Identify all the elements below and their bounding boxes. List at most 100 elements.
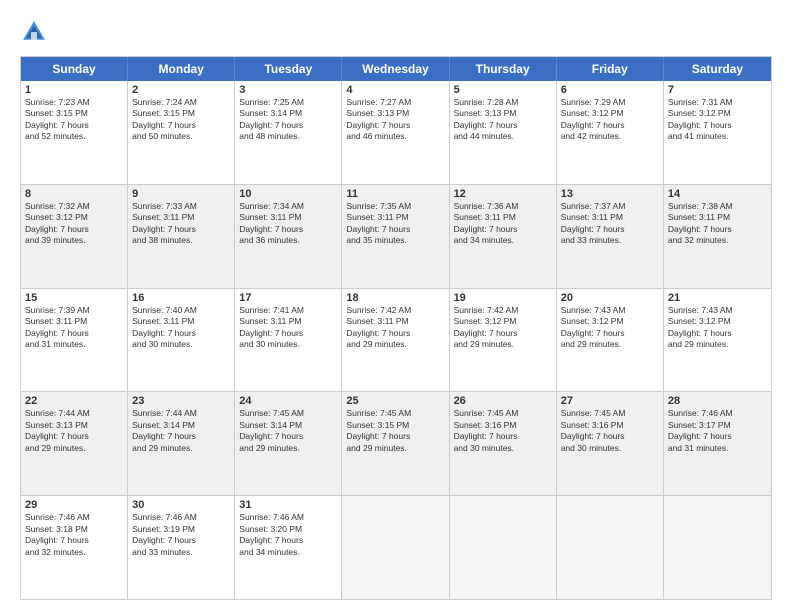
day-number: 26 bbox=[454, 395, 552, 407]
calendar-cell bbox=[342, 496, 449, 599]
cell-info: Sunrise: 7:24 AMSunset: 3:15 PMDaylight:… bbox=[132, 97, 230, 143]
cell-info: Sunrise: 7:36 AMSunset: 3:11 PMDaylight:… bbox=[454, 201, 552, 247]
cell-info: Sunrise: 7:37 AMSunset: 3:11 PMDaylight:… bbox=[561, 201, 659, 247]
day-number: 5 bbox=[454, 84, 552, 96]
cell-info: Sunrise: 7:28 AMSunset: 3:13 PMDaylight:… bbox=[454, 97, 552, 143]
cell-info: Sunrise: 7:31 AMSunset: 3:12 PMDaylight:… bbox=[668, 97, 767, 143]
day-number: 17 bbox=[239, 292, 337, 304]
calendar-cell: 17Sunrise: 7:41 AMSunset: 3:11 PMDayligh… bbox=[235, 289, 342, 392]
day-number: 8 bbox=[25, 188, 123, 200]
weekday-header-friday: Friday bbox=[557, 57, 664, 81]
cell-info: Sunrise: 7:44 AMSunset: 3:13 PMDaylight:… bbox=[25, 408, 123, 454]
day-number: 15 bbox=[25, 292, 123, 304]
day-number: 11 bbox=[346, 188, 444, 200]
cell-info: Sunrise: 7:39 AMSunset: 3:11 PMDaylight:… bbox=[25, 305, 123, 351]
calendar-cell: 28Sunrise: 7:46 AMSunset: 3:17 PMDayligh… bbox=[664, 392, 771, 495]
day-number: 3 bbox=[239, 84, 337, 96]
cell-info: Sunrise: 7:41 AMSunset: 3:11 PMDaylight:… bbox=[239, 305, 337, 351]
calendar-cell: 6Sunrise: 7:29 AMSunset: 3:12 PMDaylight… bbox=[557, 81, 664, 184]
cell-info: Sunrise: 7:45 AMSunset: 3:14 PMDaylight:… bbox=[239, 408, 337, 454]
cell-info: Sunrise: 7:44 AMSunset: 3:14 PMDaylight:… bbox=[132, 408, 230, 454]
cell-info: Sunrise: 7:42 AMSunset: 3:12 PMDaylight:… bbox=[454, 305, 552, 351]
day-number: 12 bbox=[454, 188, 552, 200]
calendar-cell: 12Sunrise: 7:36 AMSunset: 3:11 PMDayligh… bbox=[450, 185, 557, 288]
cell-info: Sunrise: 7:40 AMSunset: 3:11 PMDaylight:… bbox=[132, 305, 230, 351]
calendar-cell: 18Sunrise: 7:42 AMSunset: 3:11 PMDayligh… bbox=[342, 289, 449, 392]
day-number: 6 bbox=[561, 84, 659, 96]
calendar-cell: 24Sunrise: 7:45 AMSunset: 3:14 PMDayligh… bbox=[235, 392, 342, 495]
day-number: 25 bbox=[346, 395, 444, 407]
day-number: 4 bbox=[346, 84, 444, 96]
calendar-cell: 9Sunrise: 7:33 AMSunset: 3:11 PMDaylight… bbox=[128, 185, 235, 288]
calendar-cell: 21Sunrise: 7:43 AMSunset: 3:12 PMDayligh… bbox=[664, 289, 771, 392]
day-number: 18 bbox=[346, 292, 444, 304]
day-number: 22 bbox=[25, 395, 123, 407]
calendar-cell: 31Sunrise: 7:46 AMSunset: 3:20 PMDayligh… bbox=[235, 496, 342, 599]
calendar-cell: 30Sunrise: 7:46 AMSunset: 3:19 PMDayligh… bbox=[128, 496, 235, 599]
calendar-cell: 29Sunrise: 7:46 AMSunset: 3:18 PMDayligh… bbox=[21, 496, 128, 599]
day-number: 13 bbox=[561, 188, 659, 200]
cell-info: Sunrise: 7:46 AMSunset: 3:18 PMDaylight:… bbox=[25, 512, 123, 558]
calendar-cell: 3Sunrise: 7:25 AMSunset: 3:14 PMDaylight… bbox=[235, 81, 342, 184]
logo bbox=[20, 18, 52, 46]
day-number: 24 bbox=[239, 395, 337, 407]
day-number: 27 bbox=[561, 395, 659, 407]
calendar-row-2: 15Sunrise: 7:39 AMSunset: 3:11 PMDayligh… bbox=[21, 288, 771, 392]
calendar-row-4: 29Sunrise: 7:46 AMSunset: 3:18 PMDayligh… bbox=[21, 495, 771, 599]
day-number: 28 bbox=[668, 395, 767, 407]
cell-info: Sunrise: 7:29 AMSunset: 3:12 PMDaylight:… bbox=[561, 97, 659, 143]
cell-info: Sunrise: 7:25 AMSunset: 3:14 PMDaylight:… bbox=[239, 97, 337, 143]
calendar-cell: 13Sunrise: 7:37 AMSunset: 3:11 PMDayligh… bbox=[557, 185, 664, 288]
day-number: 19 bbox=[454, 292, 552, 304]
day-number: 7 bbox=[668, 84, 767, 96]
calendar-cell: 2Sunrise: 7:24 AMSunset: 3:15 PMDaylight… bbox=[128, 81, 235, 184]
calendar-cell: 5Sunrise: 7:28 AMSunset: 3:13 PMDaylight… bbox=[450, 81, 557, 184]
day-number: 21 bbox=[668, 292, 767, 304]
cell-info: Sunrise: 7:33 AMSunset: 3:11 PMDaylight:… bbox=[132, 201, 230, 247]
calendar-cell bbox=[557, 496, 664, 599]
weekday-header-saturday: Saturday bbox=[664, 57, 771, 81]
cell-info: Sunrise: 7:46 AMSunset: 3:20 PMDaylight:… bbox=[239, 512, 337, 558]
day-number: 29 bbox=[25, 499, 123, 511]
cell-info: Sunrise: 7:35 AMSunset: 3:11 PMDaylight:… bbox=[346, 201, 444, 247]
day-number: 2 bbox=[132, 84, 230, 96]
calendar-cell: 7Sunrise: 7:31 AMSunset: 3:12 PMDaylight… bbox=[664, 81, 771, 184]
cell-info: Sunrise: 7:45 AMSunset: 3:16 PMDaylight:… bbox=[454, 408, 552, 454]
cell-info: Sunrise: 7:42 AMSunset: 3:11 PMDaylight:… bbox=[346, 305, 444, 351]
cell-info: Sunrise: 7:43 AMSunset: 3:12 PMDaylight:… bbox=[561, 305, 659, 351]
calendar-row-3: 22Sunrise: 7:44 AMSunset: 3:13 PMDayligh… bbox=[21, 391, 771, 495]
day-number: 20 bbox=[561, 292, 659, 304]
calendar-cell: 22Sunrise: 7:44 AMSunset: 3:13 PMDayligh… bbox=[21, 392, 128, 495]
calendar-cell: 10Sunrise: 7:34 AMSunset: 3:11 PMDayligh… bbox=[235, 185, 342, 288]
day-number: 9 bbox=[132, 188, 230, 200]
calendar-cell: 1Sunrise: 7:23 AMSunset: 3:15 PMDaylight… bbox=[21, 81, 128, 184]
weekday-header-tuesday: Tuesday bbox=[235, 57, 342, 81]
cell-info: Sunrise: 7:46 AMSunset: 3:17 PMDaylight:… bbox=[668, 408, 767, 454]
calendar-cell bbox=[450, 496, 557, 599]
calendar-cell: 11Sunrise: 7:35 AMSunset: 3:11 PMDayligh… bbox=[342, 185, 449, 288]
page: SundayMondayTuesdayWednesdayThursdayFrid… bbox=[0, 0, 792, 612]
cell-info: Sunrise: 7:32 AMSunset: 3:12 PMDaylight:… bbox=[25, 201, 123, 247]
weekday-header-wednesday: Wednesday bbox=[342, 57, 449, 81]
weekday-header-thursday: Thursday bbox=[450, 57, 557, 81]
cell-info: Sunrise: 7:27 AMSunset: 3:13 PMDaylight:… bbox=[346, 97, 444, 143]
calendar-cell: 8Sunrise: 7:32 AMSunset: 3:12 PMDaylight… bbox=[21, 185, 128, 288]
cell-info: Sunrise: 7:38 AMSunset: 3:11 PMDaylight:… bbox=[668, 201, 767, 247]
calendar-cell: 14Sunrise: 7:38 AMSunset: 3:11 PMDayligh… bbox=[664, 185, 771, 288]
weekday-header-sunday: Sunday bbox=[21, 57, 128, 81]
calendar-header: SundayMondayTuesdayWednesdayThursdayFrid… bbox=[21, 57, 771, 81]
calendar-cell: 4Sunrise: 7:27 AMSunset: 3:13 PMDaylight… bbox=[342, 81, 449, 184]
calendar: SundayMondayTuesdayWednesdayThursdayFrid… bbox=[20, 56, 772, 600]
calendar-cell: 27Sunrise: 7:45 AMSunset: 3:16 PMDayligh… bbox=[557, 392, 664, 495]
calendar-cell: 20Sunrise: 7:43 AMSunset: 3:12 PMDayligh… bbox=[557, 289, 664, 392]
cell-info: Sunrise: 7:43 AMSunset: 3:12 PMDaylight:… bbox=[668, 305, 767, 351]
calendar-body: 1Sunrise: 7:23 AMSunset: 3:15 PMDaylight… bbox=[21, 81, 771, 599]
calendar-cell: 19Sunrise: 7:42 AMSunset: 3:12 PMDayligh… bbox=[450, 289, 557, 392]
cell-info: Sunrise: 7:45 AMSunset: 3:15 PMDaylight:… bbox=[346, 408, 444, 454]
day-number: 30 bbox=[132, 499, 230, 511]
cell-info: Sunrise: 7:45 AMSunset: 3:16 PMDaylight:… bbox=[561, 408, 659, 454]
day-number: 31 bbox=[239, 499, 337, 511]
calendar-row-1: 8Sunrise: 7:32 AMSunset: 3:12 PMDaylight… bbox=[21, 184, 771, 288]
calendar-cell: 23Sunrise: 7:44 AMSunset: 3:14 PMDayligh… bbox=[128, 392, 235, 495]
calendar-cell: 16Sunrise: 7:40 AMSunset: 3:11 PMDayligh… bbox=[128, 289, 235, 392]
